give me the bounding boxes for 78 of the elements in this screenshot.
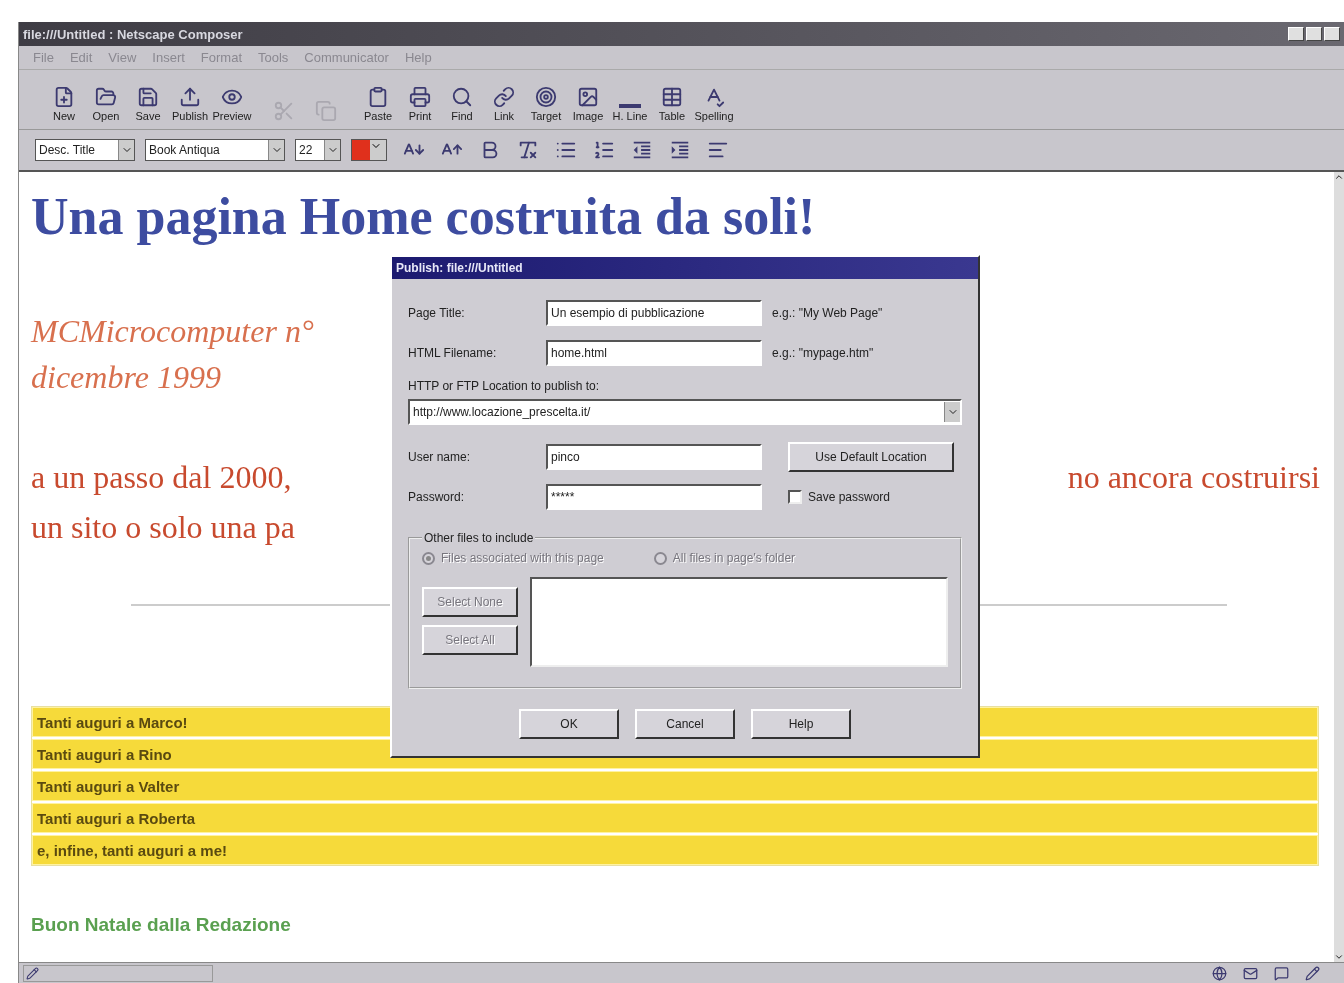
scroll-down-icon[interactable] xyxy=(1334,952,1344,962)
maximize-button[interactable] xyxy=(1306,27,1322,41)
printer-icon xyxy=(409,85,431,108)
scroll-up-icon[interactable] xyxy=(1334,172,1344,182)
paragraph-text: a un passo dal 2000, xyxy=(31,458,292,497)
hint-text: e.g.: "mypage.htm" xyxy=(772,346,875,360)
input-field[interactable]: Un esempio di pubblicazione xyxy=(546,300,762,326)
issue-text: MCMicrocomputer n° xyxy=(31,312,314,351)
checkbox-label[interactable]: Save password xyxy=(808,490,891,504)
field-label: User name: xyxy=(408,450,472,464)
pencil-icon[interactable] xyxy=(1305,965,1320,981)
toolbar-button[interactable]: Image xyxy=(567,77,609,122)
image-icon xyxy=(577,85,599,108)
close-button[interactable] xyxy=(1324,27,1340,41)
toolbar-button[interactable]: Find xyxy=(441,77,483,122)
location-dropdown[interactable]: http://www.locazione_prescelta.it/ xyxy=(408,399,962,425)
page-heading: Una pagina Home costruita da soli! xyxy=(31,187,817,247)
field-label: HTTP or FTP Location to publish to: xyxy=(408,379,600,393)
dialog-title: Publish: file:///Untitled xyxy=(392,257,978,279)
toolbar-button[interactable]: Preview xyxy=(211,77,253,122)
toolbar-button[interactable]: Print xyxy=(399,77,441,122)
text-color-picker[interactable] xyxy=(351,139,387,161)
toolbar-button[interactable]: Link xyxy=(483,77,525,122)
toolbar-button[interactable]: Open xyxy=(85,77,127,122)
toolbar-button[interactable]: Spelling xyxy=(693,77,735,122)
copy-icon xyxy=(315,99,337,122)
paragraph-text: un sito o solo una pa xyxy=(31,508,295,547)
table-icon xyxy=(661,85,683,108)
dialog-button[interactable]: Cancel xyxy=(635,709,735,739)
hint-text: e.g.: "My Web Page" xyxy=(772,306,884,320)
font-size-dropdown[interactable]: 22 xyxy=(295,139,341,161)
numbered-list-icon[interactable] xyxy=(593,139,615,161)
folder-icon xyxy=(95,85,117,108)
field-label: Password: xyxy=(408,490,466,504)
input-field[interactable]: pinco xyxy=(546,444,762,470)
mail-icon[interactable] xyxy=(1243,965,1258,981)
target-icon xyxy=(535,85,557,108)
field-label: Page Title: xyxy=(408,306,466,320)
link-icon xyxy=(493,85,515,108)
scrollbar[interactable] xyxy=(1334,172,1344,962)
toolbar-button[interactable]: New xyxy=(43,77,85,122)
search-icon xyxy=(451,85,473,108)
toolbar-button[interactable]: Target xyxy=(525,77,567,122)
password-field[interactable]: ***** xyxy=(546,484,762,510)
outdent-icon[interactable] xyxy=(631,139,653,161)
dialog-button[interactable]: Help xyxy=(751,709,851,739)
files-list[interactable] xyxy=(530,577,948,667)
paragraph-text: no ancora costruirsi xyxy=(1067,458,1320,497)
checkbox[interactable] xyxy=(788,490,802,504)
upload-icon xyxy=(179,85,201,108)
toolbar-button[interactable]: Table xyxy=(651,77,693,122)
footer-text: Buon Natale dalla Redazione xyxy=(31,914,292,936)
default-location-button[interactable]: Use Default Location xyxy=(788,442,954,472)
input-field[interactable]: home.html xyxy=(546,340,762,366)
dialog-button[interactable]: OK xyxy=(519,709,619,739)
table-cell: Tanti auguri a Roberta xyxy=(32,803,1318,833)
clipboard-icon xyxy=(367,85,389,108)
field-label: HTML Filename: xyxy=(408,346,498,360)
font-dropdown[interactable]: Book Antiqua xyxy=(145,139,285,161)
indent-icon[interactable] xyxy=(669,139,691,161)
toolbar-button[interactable]: Publish xyxy=(169,77,211,122)
toolbar-button[interactable]: Save xyxy=(127,77,169,122)
pencil-icon xyxy=(26,966,39,980)
toolbar-button[interactable]: Paste xyxy=(357,77,399,122)
new-page-icon xyxy=(53,85,75,108)
globe-icon[interactable] xyxy=(1212,965,1227,981)
issue-text: dicembre 1999 xyxy=(31,358,221,397)
scissors-icon xyxy=(273,99,295,122)
minimize-button[interactable] xyxy=(1288,27,1304,41)
paragraph-style-dropdown[interactable]: Desc. Title xyxy=(35,139,135,161)
toolbar-button[interactable]: H. Line xyxy=(609,77,651,122)
table-cell: e, infine, tanti auguri a me! xyxy=(32,835,1318,865)
table-cell: Tanti auguri a Valter xyxy=(32,771,1318,801)
chat-icon[interactable] xyxy=(1274,965,1289,981)
clear-format-icon[interactable] xyxy=(517,139,539,161)
save-icon xyxy=(137,85,159,108)
group-title: Other files to include xyxy=(423,531,535,545)
window-title: file:///Untitled : Netscape Composer xyxy=(23,26,243,42)
